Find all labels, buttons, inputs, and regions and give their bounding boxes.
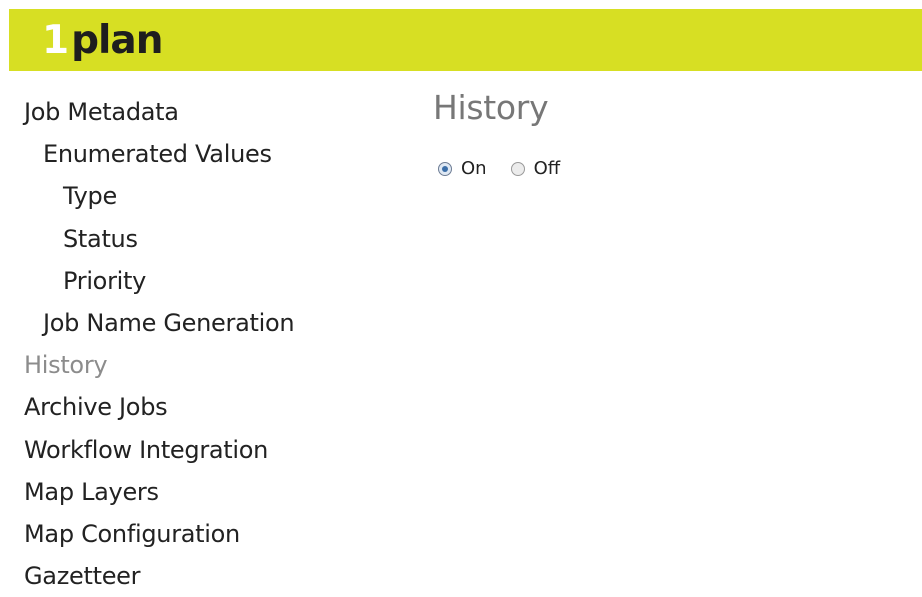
nav-item-archive-jobs[interactable]: Archive Jobs	[24, 386, 404, 428]
nav-item-map-layers[interactable]: Map Layers	[24, 471, 404, 513]
app-header: 1 plan	[9, 9, 922, 71]
main-panel: History On Off	[433, 86, 560, 179]
nav-item-gazetteer[interactable]: Gazetteer	[24, 555, 404, 597]
radio-off[interactable]	[510, 161, 525, 176]
radio-on-label[interactable]: On	[461, 158, 487, 179]
nav-item-priority[interactable]: Priority	[24, 260, 404, 302]
nav-item-workflow-integration[interactable]: Workflow Integration	[24, 429, 404, 471]
radio-on-selected[interactable]	[438, 161, 452, 176]
history-toggle: On Off	[438, 158, 584, 179]
nav-item-history: History	[24, 351, 108, 380]
nav-item-map-configuration[interactable]: Map Configuration	[24, 513, 404, 555]
page-title: History	[433, 88, 549, 127]
settings-nav: Job Metadata Enumerated Values Type Stat…	[24, 91, 404, 597]
app-logo[interactable]: 1 plan	[42, 18, 164, 63]
nav-item-status[interactable]: Status	[24, 218, 404, 260]
logo-word: plan	[71, 18, 163, 63]
nav-item-job-metadata[interactable]: Job Metadata	[24, 91, 404, 133]
radio-off-label[interactable]: Off	[534, 158, 561, 179]
logo-number: 1	[42, 18, 69, 63]
nav-item-enumerated-values[interactable]: Enumerated Values	[24, 133, 404, 175]
history-off-option[interactable]: Off	[510, 158, 561, 179]
history-on-option[interactable]: On	[438, 158, 487, 179]
nav-item-job-name-generation[interactable]: Job Name Generation	[24, 302, 404, 344]
nav-item-type[interactable]: Type	[24, 175, 404, 217]
